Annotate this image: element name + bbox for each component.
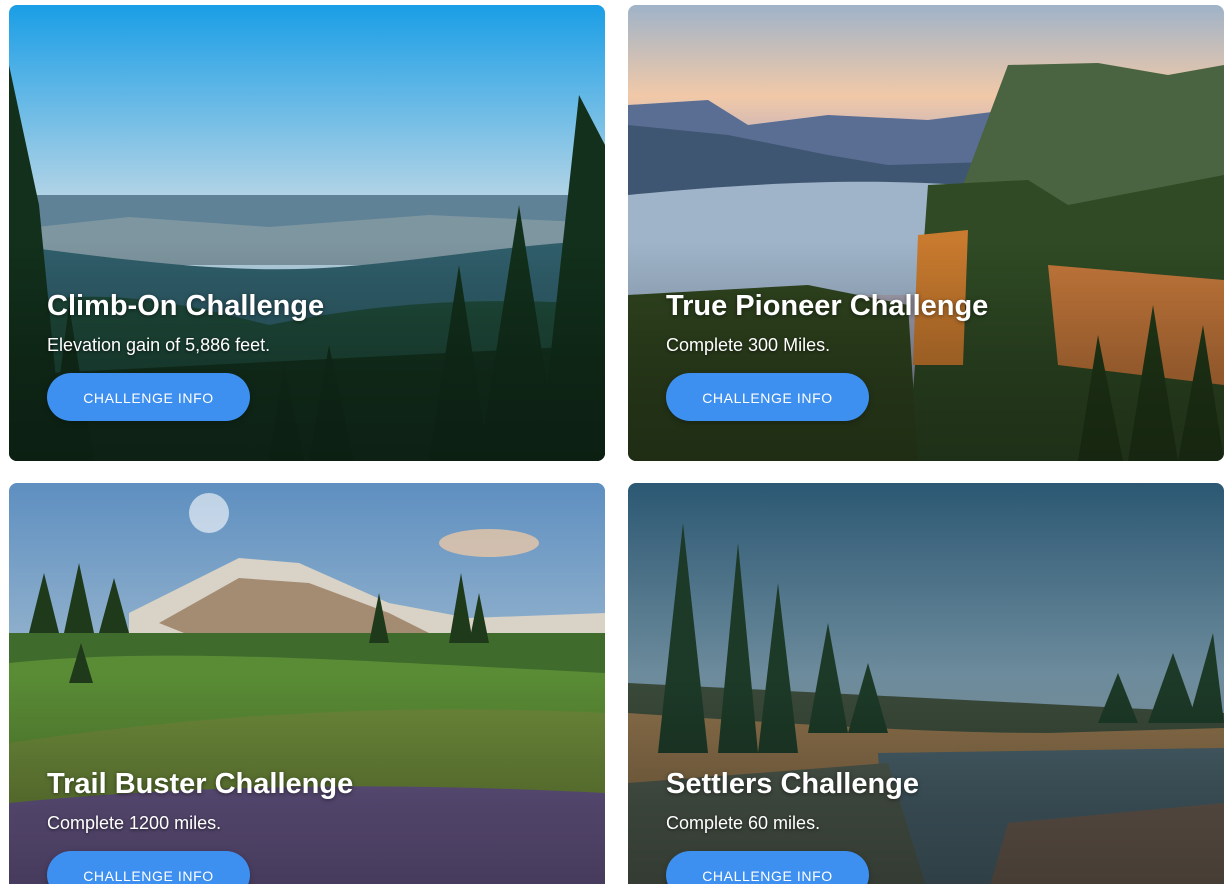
challenge-info-button[interactable]: CHALLENGE INFO — [47, 373, 250, 421]
card-content: Settlers Challenge Complete 60 miles. CH… — [666, 768, 919, 884]
card-title: Settlers Challenge — [666, 768, 920, 800]
challenge-card-settlers: Settlers Challenge Complete 60 miles. CH… — [628, 483, 1224, 884]
challenge-card-true-pioneer: True Pioneer Challenge Complete 300 Mile… — [628, 5, 1224, 461]
challenge-card-climb-on: Climb-On Challenge Elevation gain of 5,8… — [9, 5, 605, 461]
card-description: Complete 1200 miles. — [47, 813, 222, 833]
challenge-card-trail-buster: Trail Buster Challenge Complete 1200 mil… — [9, 483, 605, 884]
challenge-info-button[interactable]: CHALLENGE INFO — [666, 373, 869, 421]
card-title: True Pioneer Challenge — [666, 290, 989, 322]
card-content: True Pioneer Challenge Complete 300 Mile… — [666, 290, 988, 421]
card-content: Climb-On Challenge Elevation gain of 5,8… — [47, 290, 324, 421]
card-description: Complete 300 Miles. — [666, 335, 831, 355]
card-content: Trail Buster Challenge Complete 1200 mil… — [47, 768, 353, 884]
challenge-info-button[interactable]: CHALLENGE INFO — [666, 851, 869, 884]
challenge-grid: Climb-On Challenge Elevation gain of 5,8… — [0, 0, 1230, 884]
card-title: Climb-On Challenge — [47, 290, 325, 322]
card-description: Elevation gain of 5,886 feet. — [47, 335, 271, 355]
card-title: Trail Buster Challenge — [47, 768, 354, 800]
card-description: Complete 60 miles. — [666, 813, 821, 833]
challenge-info-button[interactable]: CHALLENGE INFO — [47, 851, 250, 884]
